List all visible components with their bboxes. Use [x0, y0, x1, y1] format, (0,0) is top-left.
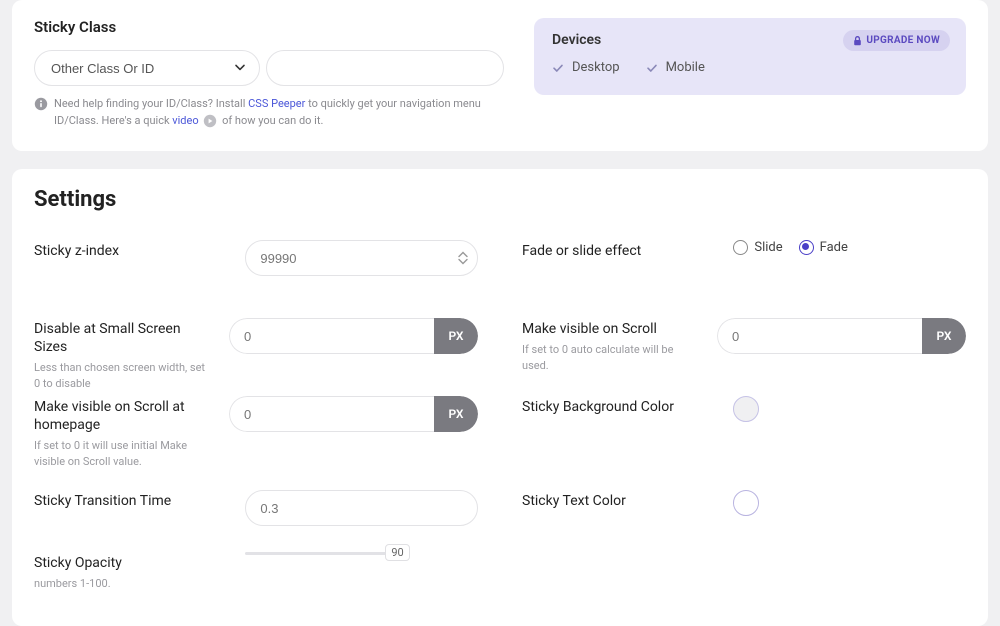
sticky-class-select[interactable]: Other Class Or ID [34, 50, 260, 86]
upgrade-now-button[interactable]: UPGRADE NOW [843, 30, 950, 51]
visible-home-sub: If set to 0 it will use initial Make vis… [34, 438, 213, 469]
sticky-class-text-input[interactable] [266, 50, 504, 86]
check-icon [552, 62, 564, 74]
setting-bg-color: Sticky Background Color [522, 396, 966, 490]
sticky-class-title: Sticky Class [34, 18, 504, 36]
sticky-class-card: Sticky Class Other Class Or ID Need help… [12, 0, 988, 151]
settings-title: Settings [34, 187, 966, 212]
help-text: Need help finding your ID/Class? Install… [34, 96, 504, 129]
disable-small-sub: Less than chosen screen width, set 0 to … [34, 360, 213, 391]
bg-color-label: Sticky Background Color [522, 398, 717, 416]
zindex-label: Sticky z-index [34, 242, 229, 260]
setting-visible-scroll: Make visible on Scroll If set to 0 auto … [522, 318, 966, 396]
mobile-check[interactable]: Mobile [646, 60, 705, 75]
visible-scroll-label: Make visible on Scroll [522, 320, 701, 338]
setting-text-color: Sticky Text Color [522, 490, 966, 552]
css-peeper-link[interactable]: CSS Peeper [248, 97, 305, 110]
settings-card: Settings Sticky z-index Fade or slide ef… [12, 169, 988, 626]
setting-opacity: Sticky Opacity numbers 1-100. 90 [34, 552, 478, 604]
play-icon [203, 114, 217, 128]
opacity-sub: numbers 1-100. [34, 576, 229, 591]
zindex-input[interactable] [245, 240, 478, 276]
desktop-check[interactable]: Desktop [552, 60, 620, 75]
visible-scroll-input[interactable] [717, 318, 922, 354]
opacity-value: 90 [385, 544, 409, 561]
lock-icon [853, 36, 862, 46]
bg-color-picker[interactable] [733, 396, 759, 422]
video-link[interactable]: video [172, 114, 198, 127]
px-unit: PX [434, 396, 478, 432]
text-color-label: Sticky Text Color [522, 492, 717, 510]
effect-slide-radio[interactable]: Slide [733, 240, 782, 255]
setting-effect: Fade or slide effect Slide Fade [522, 240, 966, 318]
visible-home-input[interactable] [229, 396, 434, 432]
stepper-icon[interactable] [458, 252, 468, 265]
effect-fade-radio[interactable]: Fade [799, 240, 848, 255]
setting-transition: Sticky Transition Time [34, 490, 478, 552]
transition-input[interactable] [245, 490, 478, 526]
setting-visible-home: Make visible on Scroll at homepage If se… [34, 396, 478, 490]
setting-disable-small: Disable at Small Screen Sizes Less than … [34, 318, 478, 396]
px-unit: PX [434, 318, 478, 354]
devices-panel: Devices UPGRADE NOW Desktop [534, 18, 966, 95]
check-icon [646, 62, 658, 74]
visible-home-label: Make visible on Scroll at homepage [34, 398, 213, 434]
px-unit: PX [922, 318, 966, 354]
disable-small-label: Disable at Small Screen Sizes [34, 320, 213, 356]
disable-small-input[interactable] [229, 318, 434, 354]
setting-zindex: Sticky z-index [34, 240, 478, 318]
effect-label: Fade or slide effect [522, 242, 717, 260]
visible-scroll-sub: If set to 0 auto calculate will be used. [522, 342, 701, 373]
transition-label: Sticky Transition Time [34, 492, 229, 510]
opacity-slider[interactable]: 90 [245, 552, 478, 555]
info-icon [34, 97, 48, 117]
sticky-class-section: Sticky Class Other Class Or ID Need help… [34, 18, 504, 129]
opacity-label: Sticky Opacity [34, 554, 229, 572]
text-color-picker[interactable] [733, 490, 759, 516]
